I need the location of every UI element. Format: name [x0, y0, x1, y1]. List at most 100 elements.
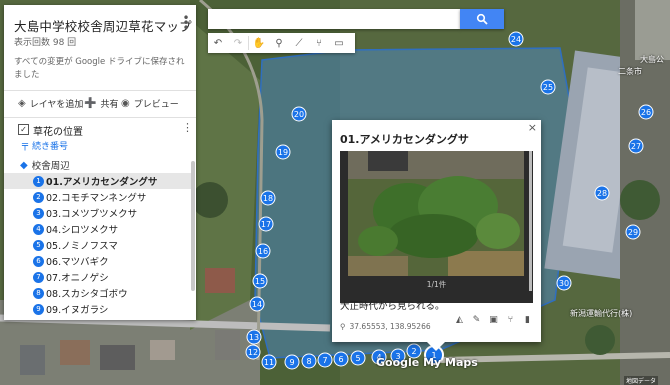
search-button[interactable]: [460, 9, 504, 29]
marker-label: 12: [248, 348, 258, 357]
list-item[interactable]: 4 04.シロツメクサ: [4, 221, 196, 237]
draw-line-icon[interactable]: ⟋: [289, 33, 309, 53]
map-marker[interactable]: 18: [260, 190, 276, 206]
list-item[interactable]: 3 03.コメツブツメクサ: [4, 205, 196, 221]
marker-label: 30: [559, 279, 569, 288]
map-marker[interactable]: 29: [625, 224, 641, 240]
ruler-icon[interactable]: ▭: [329, 33, 349, 53]
map-marker[interactable]: 13: [246, 329, 262, 345]
map-options-icon[interactable]: • • •: [182, 12, 190, 34]
map-marker[interactable]: 6: [333, 351, 349, 367]
marker-label: 19: [278, 148, 288, 157]
list-item-label: 07.オニノゲシ: [46, 273, 109, 284]
map-marker[interactable]: 5: [350, 350, 366, 366]
layer-style-link[interactable]: ╤ 続き番号: [22, 139, 68, 152]
map-label-park: 大島公: [640, 55, 664, 64]
marker-label: 16: [258, 247, 268, 256]
panel-scrollbar[interactable]: [191, 161, 195, 291]
layer-name[interactable]: 草花の位置: [33, 123, 83, 138]
group-header[interactable]: ◆ 校舎周辺: [20, 158, 70, 173]
layer-options-icon[interactable]: ⋮: [182, 121, 193, 134]
search-icon: [476, 13, 488, 25]
map-marker[interactable]: 11: [261, 354, 277, 370]
map-marker[interactable]: 20: [291, 106, 307, 122]
directions-icon[interactable]: ⑂: [502, 315, 519, 329]
map-copyright[interactable]: 地図データ: [624, 376, 659, 385]
paint-bucket-icon[interactable]: ◭: [451, 315, 468, 329]
list-item[interactable]: 2 02.コモチマンネングサ: [4, 189, 196, 205]
list-item[interactable]: 6 06.マツバギク: [4, 253, 196, 269]
share-label: 共有: [100, 100, 119, 110]
layer-header: ✓ 草花の位置 ⋮: [4, 121, 196, 139]
delete-icon[interactable]: ▮: [519, 315, 536, 329]
list-item-label: 05.ノミノフスマ: [46, 241, 118, 252]
map-label-street: 二条市: [618, 67, 642, 76]
marker-label: 29: [628, 228, 638, 237]
map-marker[interactable]: 15: [252, 273, 268, 289]
google-my-maps-logo: Google My Maps: [376, 356, 478, 369]
undo-icon[interactable]: ↶: [208, 33, 228, 53]
add-layer-button[interactable]: ◈ レイヤを追加: [18, 97, 83, 110]
map-title[interactable]: 大島中学校校舎周辺草花マップ: [14, 16, 192, 35]
marker-label: 28: [597, 189, 607, 198]
list-item[interactable]: 7 07.オニノゲシ: [4, 269, 196, 285]
marker-number-icon: 6: [33, 255, 44, 267]
photo-viewer[interactable]: 1/1件: [340, 151, 533, 303]
add-layer-label: レイヤを追加: [29, 100, 84, 110]
marker-number-icon: 9: [33, 303, 44, 315]
coords-value: 37.65553, 138.95266: [349, 322, 431, 331]
map-marker[interactable]: 17: [258, 216, 274, 232]
map-marker[interactable]: 25: [540, 79, 556, 95]
save-status: すべての変更が Google ドライブに保存されました: [14, 57, 185, 80]
map-marker[interactable]: 9: [284, 354, 300, 370]
popup-description: 大正時代から見られる。: [340, 301, 445, 312]
feature-list: 1 01.アメリカセンダングサ 2 02.コモチマンネングサ 3 03.コメツブツメクサ 4…: [4, 173, 196, 320]
camera-icon[interactable]: ▣: [485, 315, 502, 329]
hand-icon[interactable]: ✋: [249, 33, 269, 53]
divider: [4, 90, 196, 91]
marker-number-icon: 4: [33, 223, 44, 235]
feature-info-popup: 01.アメリカセンダングサ × 1/1件 大正時代から見られる。 ⚲ 37.65…: [332, 120, 541, 351]
marker-label: 11: [264, 358, 274, 367]
pin-icon: ⚲: [340, 322, 346, 331]
map-marker[interactable]: 27: [628, 138, 644, 154]
map-marker[interactable]: 7: [317, 352, 333, 368]
popup-scrollbar[interactable]: [529, 151, 532, 291]
eye-icon: ◉: [121, 98, 130, 109]
edit-pencil-icon[interactable]: ✎: [468, 315, 485, 329]
map-marker[interactable]: 16: [255, 243, 271, 259]
map-marker[interactable]: 12: [245, 344, 261, 360]
map-marker[interactable]: 19: [275, 144, 291, 160]
marker-number-icon: 3: [33, 207, 44, 219]
search-input[interactable]: [208, 9, 460, 29]
share-button[interactable]: ➕ 共有: [84, 97, 118, 110]
layer-style-label: 続き番号: [32, 142, 69, 152]
person-add-icon: ➕: [84, 98, 97, 109]
list-item-label: 06.マツバギク: [46, 257, 109, 268]
marker-label: 6: [338, 355, 343, 364]
map-marker[interactable]: 28: [594, 185, 610, 201]
marker-number-icon: 8: [33, 287, 44, 299]
list-item[interactable]: 1 01.アメリカセンダングサ: [4, 173, 192, 189]
marker-label: 5: [355, 354, 360, 363]
marker-label: 18: [263, 194, 273, 203]
map-marker[interactable]: 26: [638, 104, 654, 120]
map-marker[interactable]: 24: [508, 31, 524, 47]
directions-icon[interactable]: ⑂: [309, 33, 329, 53]
list-item-label: 09.イヌガラシ: [46, 305, 109, 316]
list-item[interactable]: 5 05.ノミノフスマ: [4, 237, 196, 253]
list-item[interactable]: 8 08.スカシタゴボウ: [4, 285, 196, 301]
map-marker[interactable]: 8: [301, 353, 317, 369]
list-item[interactable]: 1010.タネツケバナ: [4, 317, 196, 320]
map-marker[interactable]: 14: [249, 296, 265, 312]
map-label-business: 新潟運輸代行(株): [570, 309, 633, 318]
close-icon[interactable]: ×: [528, 121, 537, 134]
map-marker[interactable]: 30: [556, 275, 572, 291]
add-marker-icon[interactable]: ⚲: [269, 33, 289, 53]
list-item[interactable]: 9 09.イヌガラシ: [4, 301, 196, 317]
photo-counter: 1/1件: [426, 280, 447, 289]
redo-icon[interactable]: ↷: [228, 33, 248, 53]
marker-number-icon: 7: [33, 271, 44, 283]
preview-button[interactable]: ◉ プレビュー: [121, 97, 179, 110]
layer-visibility-checkbox[interactable]: ✓: [18, 124, 29, 135]
